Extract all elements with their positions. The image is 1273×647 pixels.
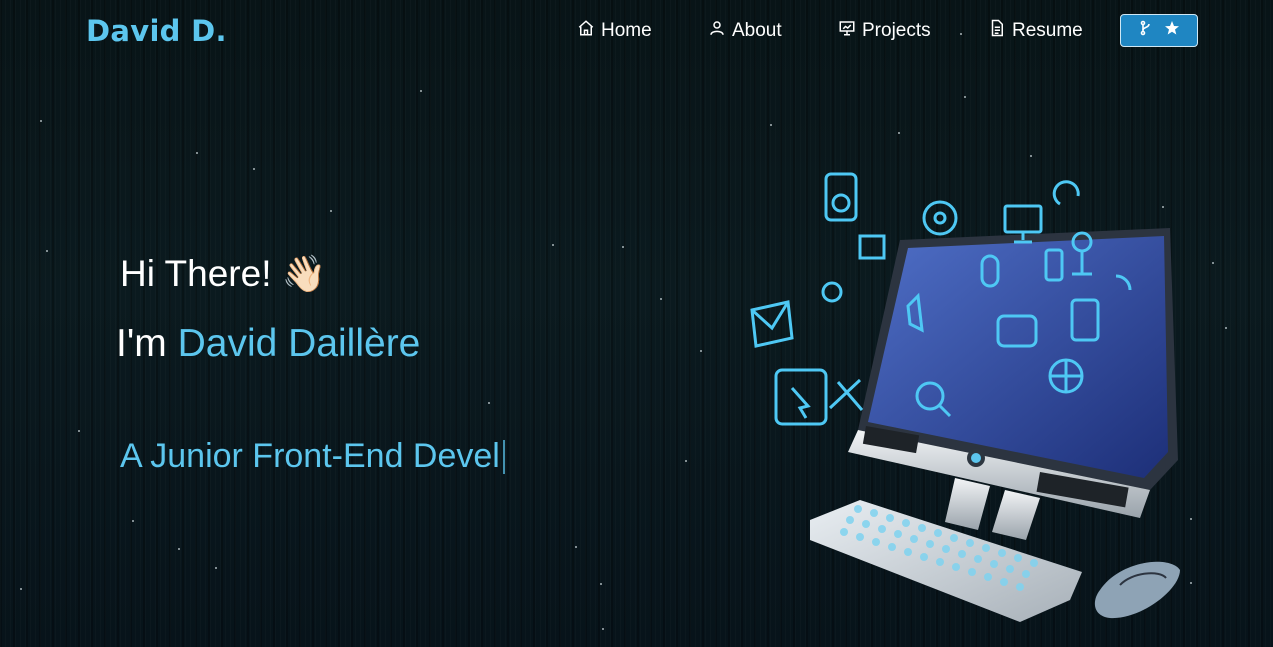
presentation-chart-icon: [838, 19, 856, 43]
home-icon: [577, 19, 595, 43]
typing-cursor: [502, 439, 505, 474]
intro-prefix: I'm: [116, 322, 178, 365]
nav-about[interactable]: About: [708, 18, 782, 44]
waving-hand-icon: 👋🏻: [281, 253, 327, 294]
typewriter-text: A Junior Front-End Devel: [120, 437, 505, 476]
nav-projects-label: Projects: [862, 20, 931, 41]
greeting-text: Hi There!: [120, 253, 272, 294]
nav-resume[interactable]: Resume: [988, 18, 1083, 44]
user-icon: [708, 19, 726, 43]
nav-home[interactable]: Home: [577, 18, 652, 44]
github-fork-star-button[interactable]: [1120, 14, 1198, 47]
typed-role: A Junior Front-End Devel: [120, 437, 500, 475]
nav-projects[interactable]: Projects: [838, 18, 931, 44]
computer-illustration: [740, 160, 1200, 630]
hero-intro: I'm David Daillère: [116, 322, 420, 366]
hero-name: David Daillère: [177, 322, 421, 365]
hero-greeting: Hi There! 👋🏻: [120, 253, 326, 295]
navbar: David D. Home About Projects Resume: [0, 0, 1273, 64]
fork-icon: [1138, 20, 1154, 41]
nav-home-label: Home: [601, 20, 652, 41]
nav-about-label: About: [732, 20, 782, 41]
document-icon: [988, 19, 1006, 43]
star-icon: [1164, 20, 1180, 41]
brand-logo[interactable]: David D.: [86, 14, 227, 48]
nav-resume-label: Resume: [1012, 20, 1083, 41]
